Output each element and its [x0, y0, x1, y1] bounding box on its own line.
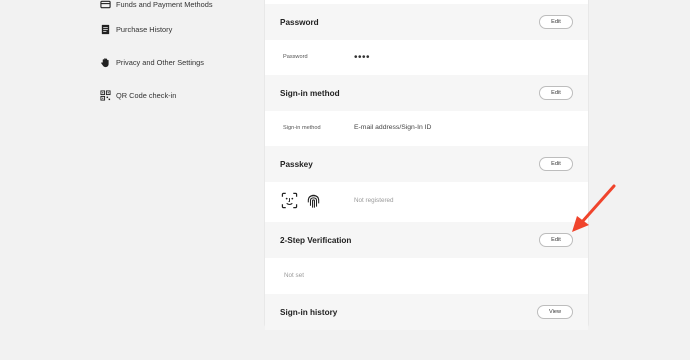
sidebar: Funds and Payment Methods Purchase Histo… [0, 0, 250, 360]
sidebar-item-label: Purchase History [116, 25, 173, 34]
section-title: Passkey [280, 159, 313, 169]
password-section-header: Password Edit [265, 4, 588, 40]
section-title: Password [280, 17, 319, 27]
sidebar-item-label: QR Code check-in [116, 91, 177, 100]
passkey-icons [281, 192, 322, 209]
section-title: 2-Step Verification [280, 235, 352, 245]
section-title: Sign-in method [280, 88, 340, 98]
security-panel: Password Edit Password •••• Sign-in meth… [264, 0, 589, 330]
hand-icon [100, 57, 111, 68]
signin-method-row: Sign-in method E-mail address/Sign-In ID [265, 111, 588, 144]
password-value: •••• [354, 51, 371, 63]
two-step-section-header: 2-Step Verification Edit [265, 222, 588, 258]
receipt-icon [100, 24, 111, 35]
passkey-row: Not registered [265, 182, 588, 219]
sidebar-item-qr-checkin[interactable]: QR Code check-in [100, 90, 176, 101]
fingerprint-icon [307, 194, 320, 208]
row-label: Password [283, 54, 308, 60]
signin-history-section-header: Sign-in history View [265, 294, 588, 330]
two-step-row: Not set [265, 258, 588, 293]
credit-card-icon [100, 0, 111, 10]
passkey-edit-button[interactable]: Edit [539, 157, 573, 171]
signin-method-value: E-mail address/Sign-In ID [354, 124, 432, 131]
row-label: Sign-in method [283, 124, 321, 131]
password-row: Password •••• [265, 40, 588, 74]
signin-history-view-button[interactable]: View [537, 305, 573, 319]
sidebar-item-purchase-history[interactable]: Purchase History [100, 24, 172, 35]
passkey-status: Not registered [354, 197, 394, 204]
sidebar-item-label: Privacy and Other Settings [116, 58, 204, 67]
two-step-edit-button[interactable]: Edit [539, 233, 573, 247]
qr-code-icon [100, 90, 111, 101]
sidebar-item-privacy[interactable]: Privacy and Other Settings [100, 57, 204, 68]
signin-method-edit-button[interactable]: Edit [539, 86, 573, 100]
sidebar-item-label: Funds and Payment Methods [116, 0, 213, 9]
section-title: Sign-in history [280, 307, 338, 317]
face-id-icon [281, 192, 298, 209]
signin-method-section-header: Sign-in method Edit [265, 75, 588, 111]
two-step-status: Not set [284, 272, 304, 279]
password-edit-button[interactable]: Edit [539, 15, 573, 29]
sidebar-item-funds[interactable]: Funds and Payment Methods [100, 0, 213, 10]
passkey-section-header: Passkey Edit [265, 146, 588, 182]
